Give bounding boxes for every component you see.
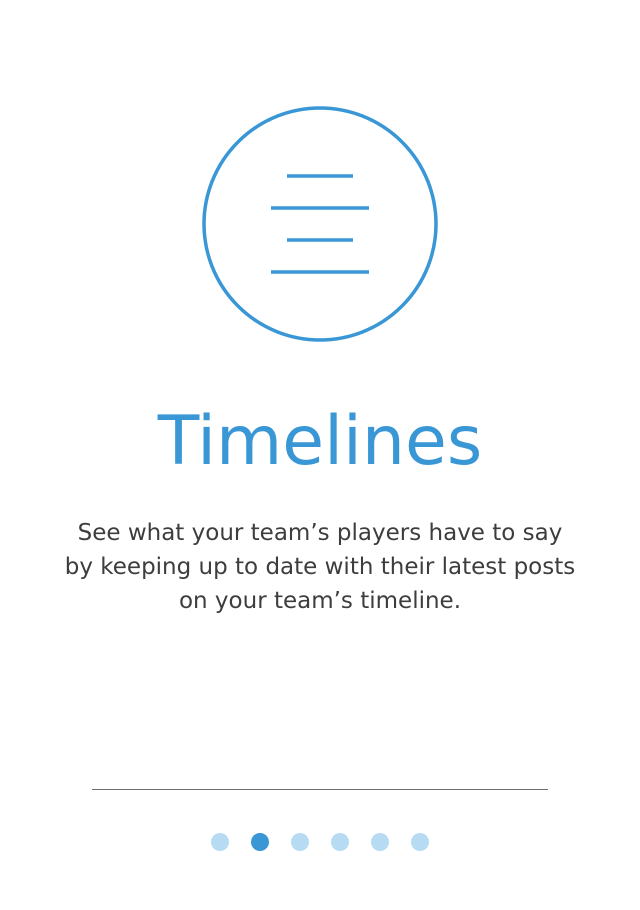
divider (92, 789, 548, 790)
timeline-list-icon (202, 106, 438, 342)
page-dot-3[interactable] (291, 833, 309, 851)
page-dot-5[interactable] (371, 833, 389, 851)
feature-description: See what your team’s players have to say… (64, 520, 576, 614)
page-dot-1[interactable] (211, 833, 229, 851)
onboarding-screen: Timelines See what your team’s players h… (0, 0, 640, 910)
page-indicator (0, 832, 640, 852)
page-dot-6[interactable] (411, 833, 429, 851)
page-dot-4[interactable] (331, 833, 349, 851)
page-title: Timelines (157, 402, 483, 481)
page-dot-2-active[interactable] (251, 833, 269, 851)
